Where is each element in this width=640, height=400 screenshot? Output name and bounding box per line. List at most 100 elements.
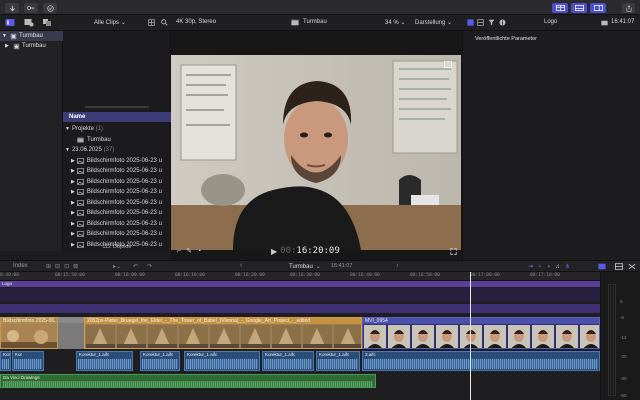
audio-clip[interactable]: Korektur_1.aifc [76, 351, 133, 371]
timeline-project-menu[interactable]: Turmbau ⌄ [289, 263, 321, 271]
solo-icon[interactable]: ◑ [547, 264, 551, 270]
crop-tool-icon[interactable]: ⌐ [177, 248, 181, 255]
speed-tool-icon[interactable]: ◔ [197, 248, 201, 255]
audio-clip[interactable]: Korekt [0, 351, 11, 371]
timeline-toolbar: Index ⊞ ⊟ ⊡ ⊠ ▸⌄ ↶ ↷ ‹ Turmbau ⌄ 16:41:07 ›… [0, 260, 640, 272]
adjustment-clip[interactable] [0, 304, 600, 313]
list-item[interactable]: ▶ Bildschirmfoto 2025-06-23 u [63, 219, 171, 230]
filmstrip-divider-handle[interactable] [85, 106, 149, 108]
gap-clip[interactable] [58, 317, 84, 349]
disclosure-triangle-icon[interactable]: ▶ [71, 158, 75, 164]
search-icon[interactable] [161, 19, 168, 26]
append-clip-icon[interactable]: ⊡ [64, 263, 69, 270]
fullscreen-icon[interactable] [450, 248, 457, 255]
history-forward-icon[interactable]: › [396, 262, 398, 269]
list-item[interactable]: ▼ Projekte (1) [63, 124, 171, 135]
disclosure-triangle-icon[interactable]: ▶ [5, 43, 11, 49]
photos-audio-icon[interactable] [24, 18, 34, 27]
clip-label: Kor [15, 352, 23, 357]
layout-inspector-toggle[interactable] [590, 3, 606, 13]
playhead[interactable] [470, 272, 471, 400]
transitions-browser-icon[interactable] [628, 263, 636, 270]
edit-tools: ⊞ ⊟ ⊡ ⊠ [46, 263, 78, 270]
video-inspector-icon[interactable] [467, 19, 474, 26]
disclosure-triangle-icon[interactable]: ▼ [2, 33, 8, 39]
image-icon [76, 231, 84, 238]
titles-generators-icon[interactable] [42, 18, 52, 27]
disclosure-triangle-icon[interactable]: ▶ [71, 200, 75, 206]
clip-appearance-icon[interactable] [598, 263, 606, 270]
redo-icon[interactable]: ↷ [147, 263, 152, 270]
connect-clip-icon[interactable]: ⊞ [46, 263, 51, 270]
audio-clip[interactable]: Korektur_1.aifc [316, 351, 360, 371]
video-frame-image [171, 55, 461, 250]
effects-browser-icon[interactable] [615, 263, 623, 270]
list-item[interactable]: ▶ Bildschirmfoto 2025-06-23 u [63, 177, 171, 188]
keywords-button[interactable] [24, 3, 38, 13]
list-item[interactable]: ▶ Bildschirmfoto 2025-06-23 u [63, 198, 171, 209]
layout-timeline-toggle[interactable] [571, 3, 587, 13]
display-menu[interactable]: Darstellung ⌄ [415, 19, 452, 26]
transform-tool-icon[interactable]: ✎ [186, 247, 192, 255]
timeline-area[interactable]: Logo Bildschirmfoto 2025-06... 2052px-Pi… [0, 272, 600, 400]
list-item[interactable]: ▶ Bildschirmfoto 2025-06-23 u [63, 187, 171, 198]
column-header-name[interactable]: Name [63, 112, 171, 122]
layout-browser-toggle[interactable] [552, 3, 568, 13]
image-clip[interactable]: Bildschirmfoto 2025-06... [0, 317, 58, 349]
audio-skimming-icon[interactable]: ⌁ [538, 263, 542, 270]
skimming-icon[interactable]: ⇥ [528, 263, 533, 270]
select-tool-icon[interactable]: ▸⌄ [113, 263, 121, 270]
audio-clip[interactable]: Korektur_1.aifc [140, 351, 180, 371]
history-back-icon[interactable]: ‹ [240, 262, 242, 269]
timeline-ruler[interactable]: 0:40:00 00:15:50:00 00:16:00:00 00:16:10:00… [0, 272, 600, 281]
list-item[interactable]: ▶ Bildschirmfoto 2025-06-23 u [63, 166, 171, 177]
disclosure-triangle-icon[interactable]: ▶ [71, 179, 75, 185]
clips-filter-menu[interactable]: Alle Clips ⌄ [94, 19, 126, 26]
video-frame[interactable] [171, 55, 461, 250]
snapping-icon[interactable]: ⋔ [565, 263, 570, 270]
image-clip-babel[interactable]: 2052px-Pieter_Bruegel_the_Elder_-_The_To… [84, 317, 362, 349]
display-menu-label: Darstellung [415, 20, 446, 26]
share-button[interactable] [622, 3, 635, 13]
disclosure-triangle-icon[interactable]: ▶ [71, 189, 75, 195]
disclosure-triangle-icon[interactable]: ▶ [71, 221, 75, 227]
video-clip[interactable]: MVI_0954 [362, 317, 600, 349]
disclosure-triangle-icon[interactable]: ▶ [71, 231, 75, 237]
audio-clip[interactable]: Kor [12, 351, 44, 371]
undo-icon[interactable]: ↶ [133, 263, 138, 270]
clip-label: 3.aifc [365, 352, 376, 357]
viewer-overlay-icon[interactable] [444, 61, 452, 68]
list-item[interactable]: ▶ Bildschirmfoto 2025-06-23 u [63, 229, 171, 240]
audio-clip[interactable]: Korektur_1.aifc [184, 351, 260, 371]
disclosure-triangle-icon[interactable]: ▶ [71, 168, 75, 174]
disclosure-triangle-icon[interactable]: ▼ [65, 147, 70, 153]
index-button[interactable]: Index [13, 263, 28, 269]
overwrite-clip-icon[interactable]: ⊠ [73, 263, 78, 270]
grid-view-icon[interactable] [148, 19, 155, 26]
filter-inspector-icon[interactable] [488, 19, 495, 26]
info-icon[interactable] [499, 19, 506, 26]
library-item[interactable]: ▼ Turmbau [0, 31, 63, 41]
libraries-icon[interactable] [5, 18, 15, 27]
title-clip[interactable]: Logo [0, 281, 600, 287]
headphones-icon[interactable]: ♫ [555, 264, 560, 270]
list-item[interactable]: ▶ Bildschirmfoto 2025-06-23 u [63, 208, 171, 219]
meter-scale-label: -12 [620, 335, 627, 340]
list-item[interactable]: ▼ 23.06.2025 (37) [63, 145, 171, 156]
background-tasks-button[interactable] [43, 3, 57, 13]
audio-clip[interactable]: Korektur_1.aifc [262, 351, 314, 371]
timecode-display[interactable]: 16:20:09 [296, 246, 339, 256]
list-item[interactable]: ▶ Bildschirmfoto 2025-06-23 u [63, 156, 171, 167]
list-item[interactable]: Turmbau [63, 135, 171, 146]
zoom-menu[interactable]: 34 % ⌄ [385, 19, 405, 26]
insert-clip-icon[interactable]: ⊟ [55, 263, 60, 270]
audio-clip[interactable]: 3.aifc [362, 351, 600, 371]
audio-inspector-icon[interactable] [477, 19, 484, 26]
import-button[interactable] [5, 3, 19, 13]
disclosure-triangle-icon[interactable]: ▶ [71, 210, 75, 216]
viewer-project-name: Turmbau [303, 19, 327, 25]
play-button[interactable]: ▶ [271, 247, 277, 256]
disclosure-triangle-icon[interactable]: ▼ [65, 126, 70, 132]
music-clip[interactable]: Da Vinci Drawings [0, 374, 376, 388]
event-item[interactable]: ▶ Turmbau [0, 41, 63, 51]
